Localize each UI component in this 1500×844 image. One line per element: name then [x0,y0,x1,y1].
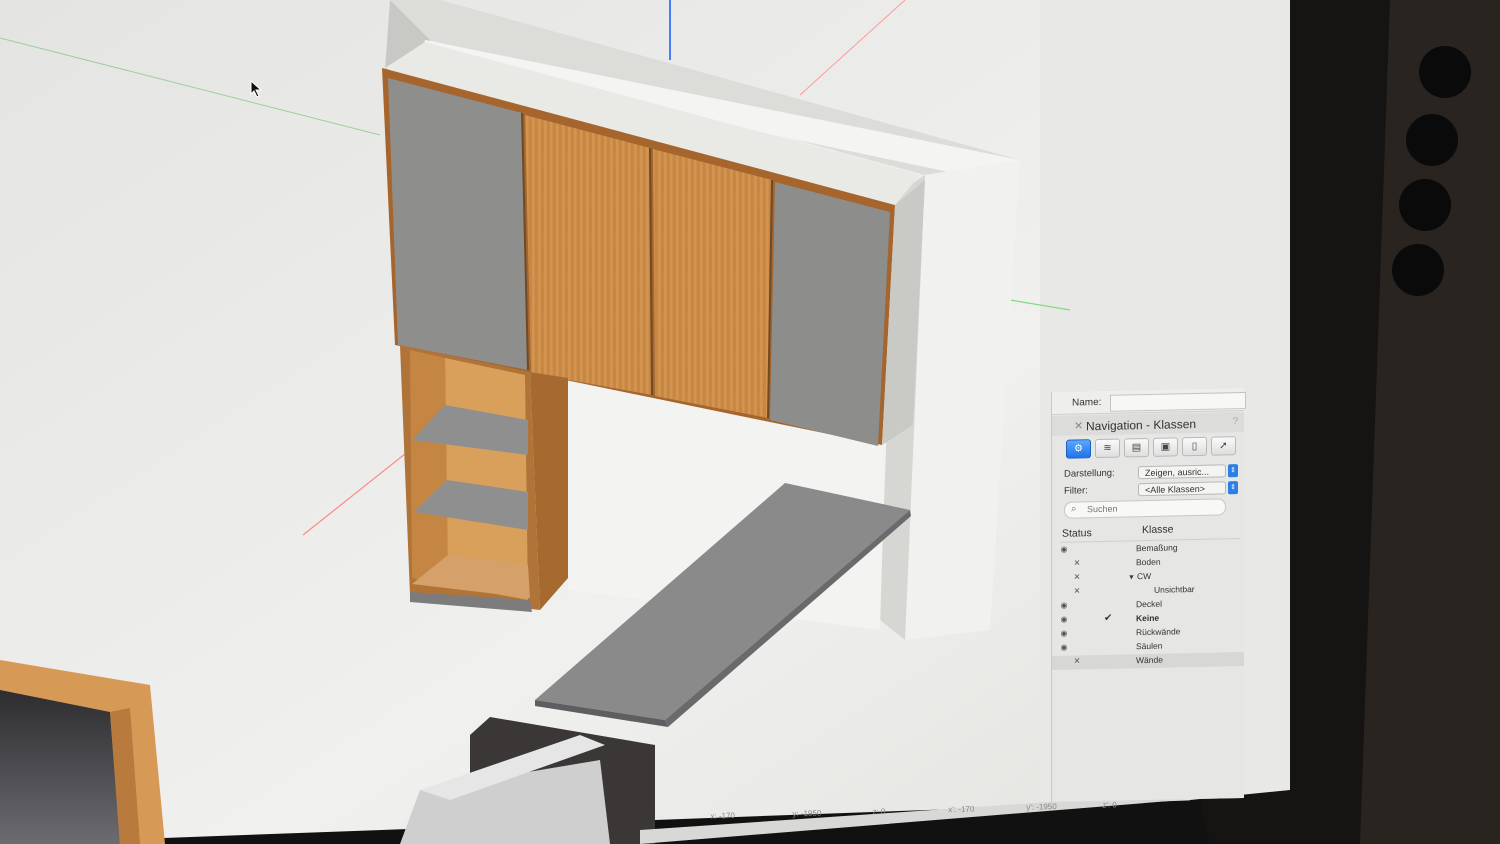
class-name-label: Rückwände [1136,626,1181,638]
name-input[interactable] [1110,391,1246,412]
coord-y-prime: y': -1950 [1026,802,1057,812]
visible-eye-icon[interactable]: ◉ [1059,643,1069,652]
darstellung-label: Darstellung: [1064,467,1115,480]
class-name: Säulen [1136,641,1162,652]
class-name-label: Unsichtbar [1154,584,1195,595]
symbols-icon[interactable]: ➚ [1211,436,1236,456]
coord-x-prime: x': -170 [948,804,975,815]
viewports-icon[interactable]: ▣ [1153,437,1178,457]
panel-title-bar[interactable]: ✕ Navigation - Klassen ? [1052,411,1244,436]
class-name-label: Deckel [1136,598,1162,610]
darstellung-select-arrow-icon[interactable]: ⇕ [1228,464,1238,478]
search-input[interactable] [1087,500,1219,516]
mouse-cursor-icon [250,80,263,98]
3d-viewport[interactable] [0,0,1500,844]
close-icon[interactable]: ✕ [1074,419,1083,432]
name-label: Name: [1072,396,1102,409]
class-name: Rückwände [1136,626,1180,637]
class-row[interactable]: ✕ Wände [1052,651,1244,670]
class-name: Bemaßung [1136,542,1178,553]
navigation-panel: Name: ✕ Navigation - Klassen ? ⚙ ≋ ▤ ▣ ▯… [1052,387,1246,802]
class-name-label: CW [1136,570,1152,582]
column-header-status[interactable]: Status [1062,527,1092,540]
darstellung-select[interactable]: Zeigen, ausric... [1138,464,1226,480]
class-list: ◉ Bemaßung ✕ Boden ✕ ▼ CW ✕ Unsichtbar ◉ Deckel ◉ ✔ K… [1052,540,1244,670]
sheet-layers-icon[interactable]: ▤ [1124,437,1149,458]
filter-label: Filter: [1064,485,1088,497]
visible-eye-icon[interactable]: ◉ [1059,545,1069,554]
class-name: Unsichtbar [1154,584,1195,595]
class-name-label: Bemaßung [1136,542,1178,554]
coord-z-prime: z': 0 [1102,800,1117,810]
column-header-klasse[interactable]: Klasse [1142,523,1174,536]
filter-select[interactable]: <Alle Klassen> [1138,481,1226,497]
expand-triangle-icon[interactable]: ▼ [1128,574,1135,581]
filter-select-arrow-icon[interactable]: ⇕ [1228,481,1238,495]
hidden-x-icon[interactable]: ✕ [1072,572,1082,581]
class-name: Deckel [1136,599,1162,610]
visible-eye-icon[interactable]: ◉ [1059,629,1069,638]
visible-eye-icon[interactable]: ◉ [1059,615,1069,624]
search-box[interactable]: ⌕ [1064,498,1226,519]
hidden-x-icon[interactable]: ✕ [1072,586,1082,595]
coord-z: z: 0 [872,806,886,817]
visible-eye-icon[interactable]: ◉ [1059,601,1069,610]
references-icon[interactable]: ▯ [1182,436,1207,457]
class-name-label: Boden [1136,556,1161,568]
coord-y: y: -1950 [792,808,822,819]
active-class-checkmark-icon: ✔ [1104,612,1113,624]
class-name: Boden [1136,557,1161,568]
name-row: Name: [1052,387,1246,415]
darstellung-row: Darstellung: Zeigen, ausric... ⇕ [1064,464,1240,482]
hidden-x-icon[interactable]: ✕ [1072,656,1082,665]
class-name-label: Keine [1136,612,1160,624]
navigation-toolbar: ⚙ ≋ ▤ ▣ ▯ ➚ [1066,436,1236,459]
filter-row: Filter: <Alle Klassen> ⇕ [1064,481,1240,499]
class-name: Wände [1136,655,1163,666]
panel-title: Navigation - Klassen [1086,416,1197,434]
coord-x: x: -170 [710,811,736,821]
hidden-x-icon[interactable]: ✕ [1072,558,1082,567]
class-name: Keine [1136,613,1159,623]
search-icon: ⌕ [1071,503,1077,515]
class-name-label: Säulen [1136,640,1163,652]
layers-icon[interactable]: ≋ [1095,438,1120,459]
class-name-label: Wände [1136,654,1163,666]
screen: Name: ✕ Navigation - Klassen ? ⚙ ≋ ▤ ▣ ▯… [0,0,1500,844]
class-name: ▼ CW [1128,571,1151,581]
help-icon[interactable]: ? [1232,416,1238,427]
classes-icon[interactable]: ⚙ [1066,439,1091,459]
